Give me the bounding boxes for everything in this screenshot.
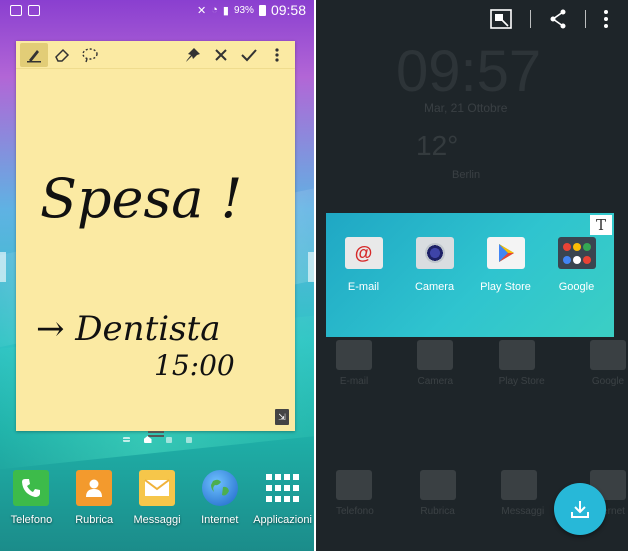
share-icon: [550, 9, 566, 29]
action-separator: [530, 10, 531, 28]
captured-app-google: Google: [544, 237, 610, 293]
more-vert-icon: [604, 10, 608, 28]
app-label: Play Store: [480, 281, 531, 293]
pen-tool-button[interactable]: [20, 42, 48, 67]
captured-apps-row: @ E-mail Camera Play Store Google: [326, 237, 614, 293]
app-telefono[interactable]: Telefono: [0, 470, 62, 526]
page-menu-indicator: [122, 437, 130, 442]
action-separator: [585, 10, 586, 28]
app-internet[interactable]: Internet: [189, 470, 251, 526]
captured-app-camera: Camera: [402, 237, 468, 293]
app-label: Internet: [201, 514, 239, 526]
background-app-label: Rubrica: [420, 506, 455, 517]
app-label: Rubrica: [75, 514, 114, 526]
left-edge-handle[interactable]: [0, 252, 6, 282]
capture-action-bar: [316, 0, 628, 38]
wifi-icon: ◔: [211, 4, 218, 16]
app-rubrica[interactable]: Rubrica: [63, 470, 125, 526]
globe-icon: [201, 470, 238, 506]
lasso-icon: [82, 47, 98, 62]
app-applicazioni[interactable]: Applicazioni: [252, 470, 314, 526]
home-page-indicator: [143, 436, 152, 443]
app-dock: Telefono Rubrica Messaggi Internet Appli…: [0, 470, 314, 526]
phone-icon: [13, 470, 50, 506]
page-dot: [165, 436, 172, 443]
clock: 09:58: [270, 2, 306, 18]
action-memo-note[interactable]: Spesa ! → Dentista 15:00 ⇲: [16, 41, 295, 437]
background-app-label: Messaggi: [501, 506, 545, 517]
apps-grid-icon: [265, 470, 301, 506]
status-bar: ✕ ◔ ▮ 93% 09:58: [0, 0, 314, 20]
background-clock: 09:57: [396, 39, 542, 104]
background-app-label: Play Store: [498, 376, 545, 387]
app-label: Messaggi: [133, 514, 181, 526]
captured-app-email: @ E-mail: [331, 237, 397, 293]
calendar-notification-icon: [28, 4, 40, 16]
more-options-button[interactable]: [263, 43, 291, 67]
convert-handwriting-button[interactable]: ⇲: [275, 409, 289, 425]
right-phone-screen: 09:57 Mar, 21 Ottobre 12° Berlin T @ E-m…: [316, 0, 628, 551]
app-messaggi[interactable]: Messaggi: [126, 470, 188, 526]
app-label: Camera: [414, 281, 455, 293]
app-label: E-mail: [347, 281, 380, 293]
app-label: Google: [558, 281, 595, 293]
battery-percent: 93%: [233, 4, 254, 16]
pen-icon: [27, 49, 41, 62]
background-app-label: E-mail: [339, 376, 369, 387]
play-store-icon: [486, 237, 525, 269]
google-folder-icon: [557, 237, 596, 269]
crop-mode-button[interactable]: [490, 9, 512, 29]
background-app-label: Telefono: [336, 506, 374, 517]
background-temperature: 12°: [416, 130, 459, 161]
pin-icon: [186, 47, 200, 62]
close-button[interactable]: [207, 43, 235, 67]
handwriting-line-3: 15:00: [154, 349, 235, 382]
app-label: Telefono: [10, 514, 53, 526]
eraser-icon: [55, 48, 70, 62]
email-icon: @: [344, 237, 383, 269]
left-phone-screen: ✕ ◔ ▮ 93% 09:58 Spesa ! → Dentista 15:00…: [0, 0, 314, 551]
gallery-notification-icon: [10, 4, 22, 16]
camera-icon: [415, 237, 454, 269]
background-date: Mar, 21 Ottobre: [424, 101, 508, 115]
more-options-button[interactable]: [604, 10, 608, 28]
handwriting-line-1: Spesa !: [40, 167, 242, 230]
handwriting-line-2: → Dentista: [36, 309, 221, 349]
contacts-icon: [76, 470, 113, 506]
mute-icon: ✕: [197, 4, 207, 17]
page-dot: [185, 436, 192, 443]
note-toolbar: [16, 41, 295, 69]
page-indicator: [0, 436, 314, 443]
pin-button[interactable]: [179, 43, 207, 67]
extract-text-button[interactable]: T: [590, 215, 612, 235]
captured-app-play-store: Play Store: [473, 237, 539, 293]
app-label: Applicazioni: [253, 514, 312, 526]
smart-select-capture[interactable]: T @ E-mail Camera Play Store Google: [326, 213, 614, 337]
save-button[interactable]: [235, 43, 263, 67]
background-apps-row: E-mail Camera Play Store Google: [336, 340, 626, 387]
close-icon: [215, 48, 227, 61]
download-icon: [571, 501, 589, 518]
handwriting-canvas[interactable]: Spesa ! → Dentista 15:00: [16, 69, 295, 431]
checkmark-icon: [241, 48, 257, 61]
signal-icon: ▮: [222, 4, 229, 17]
battery-icon: [258, 4, 266, 16]
messages-icon: [138, 470, 175, 506]
save-capture-button[interactable]: [554, 483, 606, 535]
more-vert-icon: [275, 47, 279, 62]
background-app-label: Google: [591, 376, 625, 387]
share-button[interactable]: [549, 9, 567, 29]
lasso-tool-button[interactable]: [76, 43, 104, 67]
crop-select-icon: [490, 9, 512, 29]
background-city: Berlin: [452, 169, 481, 181]
background-app-label: Camera: [417, 376, 454, 387]
eraser-tool-button[interactable]: [48, 43, 76, 67]
convert-icon: ⇲: [278, 411, 286, 422]
